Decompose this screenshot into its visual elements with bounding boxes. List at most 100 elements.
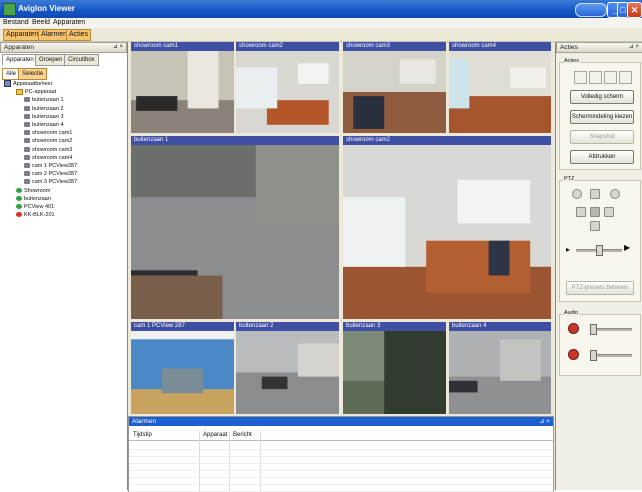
ptz-home-icon[interactable] <box>590 207 600 217</box>
zoom-out-icon[interactable] <box>610 189 620 199</box>
viewer-window: Aviglon Viewer _ □ ✕ Bestand Beeld Appar… <box>0 0 642 492</box>
camera-feed-image <box>449 51 551 133</box>
tree-item[interactable]: buitenzaan 3 <box>24 113 64 121</box>
tree-item[interactable]: Showroom <box>16 187 50 195</box>
tab-devices[interactable]: Apparaten <box>2 54 38 66</box>
menu-file[interactable]: Bestand <box>3 19 29 26</box>
alarm-log-row[interactable] <box>129 484 553 492</box>
tree-item[interactable]: cam 3 PCView287 <box>24 178 77 186</box>
tree-item[interactable]: Apparaatbeheer <box>4 80 52 88</box>
microphone-volume-knob[interactable] <box>590 350 597 361</box>
column-header-message[interactable]: Bericht <box>233 431 252 440</box>
layout-4-icon[interactable] <box>619 71 632 84</box>
tree-item[interactable]: showroom cam2 <box>24 137 72 145</box>
tree-item-label: Showroom <box>24 187 51 194</box>
video-cell[interactable]: cam 1 PCView 287 <box>131 322 234 414</box>
tree-item-label: showroom cam2 <box>32 138 73 145</box>
print-button[interactable]: Afdrukken <box>570 150 634 164</box>
snapshot-button[interactable]: Snapshot <box>570 130 634 144</box>
camera-feed-image <box>236 51 339 133</box>
menu-view[interactable]: Beeld <box>32 19 50 26</box>
tree-item[interactable]: showroom cam1 <box>24 129 72 137</box>
microphone-icon[interactable] <box>568 349 579 360</box>
choose-layout-button[interactable]: Schermindeling kiezen <box>570 110 634 124</box>
tab-circuitbox[interactable]: Circuitbox <box>64 54 99 66</box>
tree-item[interactable]: cam 1 PCView287 <box>24 162 77 170</box>
camera-icon <box>24 122 30 128</box>
tab-groups[interactable]: Groepen <box>35 54 67 66</box>
menu-devices[interactable]: Apparaten <box>53 19 85 26</box>
column-header-time[interactable]: Tijdstip <box>133 431 152 440</box>
tree-item[interactable]: KK-BLK-201 <box>16 211 55 219</box>
video-cell[interactable]: buitenzaan 3 <box>343 322 446 414</box>
tree-item-label: showroom cam4 <box>32 154 73 161</box>
speaker-volume-knob[interactable] <box>590 324 597 335</box>
red-icon <box>16 212 22 218</box>
close-button[interactable]: ✕ <box>627 2 642 18</box>
tree-item[interactable]: PC-apparaat <box>16 88 56 96</box>
tree-item-label: showroom cam1 <box>32 130 73 137</box>
pan-down-icon[interactable] <box>590 221 600 231</box>
video-cell[interactable]: buitenzaan 4 <box>449 322 551 414</box>
tree-item-label: buitenzaan 2 <box>32 105 64 112</box>
pan-left-icon[interactable] <box>576 207 586 217</box>
video-cell[interactable]: showroom cam1 <box>131 42 234 133</box>
column-header-device[interactable]: Apparaat <box>203 431 227 440</box>
video-cell[interactable]: showroom cam3 <box>343 42 446 133</box>
camera-feed-image <box>343 331 446 414</box>
green-icon <box>16 204 22 210</box>
ptz-speed-knob[interactable] <box>596 245 603 256</box>
toolbar: Apparaten Alarmen Acties <box>0 28 642 42</box>
toolbar-devices-button[interactable]: Apparaten <box>3 29 42 41</box>
camera-icon <box>24 138 30 144</box>
audio-group: Audio <box>559 310 641 376</box>
camera-icon <box>24 97 30 103</box>
tree-item[interactable]: buitenzaan 4 <box>24 121 64 129</box>
video-cell[interactable]: buitenzaan 2 <box>236 322 339 414</box>
layout-3-icon[interactable] <box>604 71 617 84</box>
speed-slow-icon: ▸ <box>566 245 571 254</box>
tree-item-label: buitenzaan 1 <box>32 97 64 104</box>
video-cell[interactable]: showroom cam2 <box>236 42 339 133</box>
ptz-group-title: PTZ <box>563 176 576 182</box>
actions-pane-header: Acties ⊿ × <box>556 42 642 53</box>
tree-item[interactable]: showroom cam4 <box>24 154 72 162</box>
video-cell-caption: buitenzaan 1 <box>131 136 339 145</box>
title-bar: Aviglon Viewer _ □ ✕ <box>0 0 642 18</box>
zoom-in-icon[interactable] <box>572 189 582 199</box>
pin-icon[interactable]: ⊿ × <box>113 43 123 52</box>
camera-icon <box>24 146 30 152</box>
manage-ptz-presets-button[interactable]: PTZ-presets beheren <box>566 281 634 295</box>
video-cell[interactable]: showroom cam4 <box>449 42 551 133</box>
pin-icon[interactable]: ⊿ × <box>629 43 639 52</box>
layout-2-icon[interactable] <box>589 71 602 84</box>
tree-item[interactable]: buitenzaan <box>16 195 51 203</box>
layout-1-icon[interactable] <box>574 71 587 84</box>
xp-language-pill <box>575 3 607 17</box>
subtab-selection[interactable]: Selectie <box>18 68 48 80</box>
window-title: Aviglon Viewer <box>18 4 75 13</box>
tree-item[interactable]: showroom cam3 <box>24 146 72 154</box>
video-cell-caption: buitenzaan 2 <box>236 322 339 331</box>
camera-icon <box>24 171 30 177</box>
video-cell-caption: showroom cam2 <box>236 42 339 51</box>
tree-item[interactable]: PCView 401 <box>16 203 54 211</box>
pan-up-icon[interactable] <box>590 189 600 199</box>
tree-item[interactable]: cam 2 PCView287 <box>24 170 77 178</box>
camera-feed-image <box>236 331 339 414</box>
pan-right-icon[interactable] <box>604 207 614 217</box>
toolbar-actions-button[interactable]: Acties <box>66 29 92 41</box>
actions-pane: Acties ⊿ × Acties Volledig scherm Scherm… <box>555 42 642 490</box>
actions-group: Acties Volledig scherm Schermindeling ki… <box>559 58 641 170</box>
green-icon <box>16 187 22 193</box>
fullscreen-button[interactable]: Volledig scherm <box>570 90 634 104</box>
tree-item-label: cam 1 PCView287 <box>32 163 78 169</box>
tree-item[interactable]: buitenzaan 2 <box>24 105 64 113</box>
speaker-icon[interactable] <box>568 323 579 334</box>
video-cell[interactable]: buitenzaan 1 <box>131 136 339 319</box>
tree-item[interactable]: buitenzaan 1 <box>24 96 64 104</box>
app-icon <box>3 3 16 16</box>
pin-icon[interactable]: ⊿ × <box>539 417 550 426</box>
video-cell[interactable]: showroom cam2 <box>343 136 551 319</box>
camera-feed-image <box>131 145 339 319</box>
